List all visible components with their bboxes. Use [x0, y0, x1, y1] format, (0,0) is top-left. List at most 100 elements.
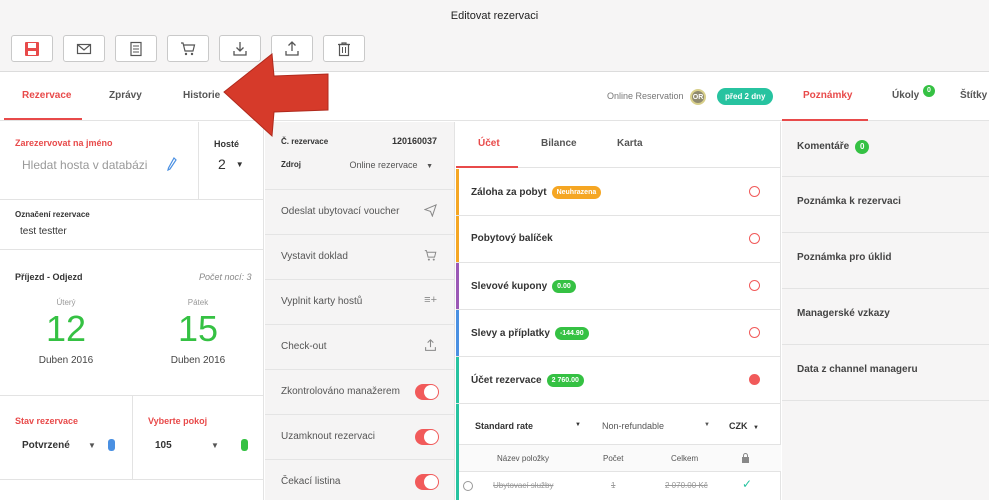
- status-circle: [749, 233, 760, 244]
- save-button[interactable]: [11, 35, 53, 62]
- arrival-day: 12: [45, 308, 87, 349]
- channel-manager-data-item[interactable]: Data z channel manageru: [782, 345, 989, 401]
- caret-down-icon: ▼: [211, 441, 219, 450]
- source-select[interactable]: Online rezervace ▼: [350, 160, 434, 170]
- notes-tabs: Poznámky Úkoly 0 Štítky: [782, 73, 989, 121]
- status-circle: [749, 374, 760, 385]
- title-bar: Editovat rezervaci: [0, 0, 989, 72]
- amount-badge: 0.00: [552, 280, 576, 293]
- refund-select[interactable]: Non-refundable ▼: [602, 421, 712, 431]
- stay-package-item[interactable]: Pobytový balíček: [456, 216, 781, 263]
- document-icon: [130, 41, 142, 56]
- email-button[interactable]: [63, 35, 105, 62]
- lock-reservation-toggle[interactable]: [415, 429, 439, 445]
- reservation-account-label: Účet rezervace 2 760.00: [471, 374, 584, 387]
- col-name-header: Název položky: [497, 454, 550, 463]
- send-voucher-label: Odeslat ubytovací voucher: [281, 206, 400, 217]
- row-radio[interactable]: [463, 481, 473, 491]
- manager-checked-toggle[interactable]: [415, 384, 439, 400]
- arrival-date[interactable]: Úterý 12 Duben 2016: [22, 298, 110, 366]
- source-value: Online rezervace: [349, 160, 418, 170]
- col-count-header: Počet: [603, 454, 624, 463]
- check-icon: ✓: [742, 477, 753, 491]
- room-select[interactable]: 105 ▼: [155, 439, 255, 451]
- trash-icon: [338, 41, 350, 56]
- cart-icon: [181, 41, 196, 55]
- status-circle: [749, 327, 760, 338]
- reservation-note-item[interactable]: Poznámka k rezervaci: [782, 177, 989, 233]
- active-tab-indicator: [456, 166, 518, 168]
- tab-ukoly-label: Úkoly: [892, 90, 920, 101]
- status-value: Potvrzené: [22, 440, 70, 451]
- waiting-list-row: Čekací listina: [265, 460, 455, 500]
- tab-poznamky[interactable]: Poznámky: [803, 90, 852, 101]
- pencil-icon[interactable]: [167, 157, 177, 172]
- caret-down-icon: ▼: [753, 425, 759, 431]
- list-plus-icon: ≡+: [424, 294, 437, 306]
- reserve-name-label: Zarezervovat na jméno: [15, 138, 113, 148]
- guest-search-input[interactable]: Hledat hosta v databázi: [22, 158, 147, 172]
- source-label: Zdroj: [281, 160, 301, 169]
- booking-panel: Zarezervovat na jméno Hledat hosta v dat…: [0, 122, 264, 500]
- reservation-account-item[interactable]: Účet rezervace 2 760.00: [456, 357, 781, 404]
- guests-value: 2: [218, 156, 226, 172]
- waiting-list-label: Čekací listina: [281, 476, 341, 487]
- tab-ucet[interactable]: Účet: [478, 138, 500, 149]
- arrival-month: Duben 2016: [38, 355, 94, 366]
- departure-day: 15: [177, 308, 219, 349]
- status-circle: [749, 186, 760, 197]
- waiting-list-toggle[interactable]: [415, 474, 439, 490]
- tab-historie[interactable]: Historie: [183, 90, 220, 101]
- created-time-badge: před 2 dny: [717, 88, 774, 105]
- tab-rezervace[interactable]: Rezervace: [22, 90, 71, 101]
- manager-messages-item[interactable]: Managerské vzkazy: [782, 289, 989, 345]
- checkout-action[interactable]: Check-out: [265, 325, 455, 370]
- caret-down-icon: ▼: [575, 422, 581, 428]
- window-title: Editovat rezervaci: [450, 10, 539, 22]
- cart-button[interactable]: [167, 35, 209, 62]
- guest-cards-action[interactable]: Vyplnit karty hostů ≡+: [265, 280, 455, 325]
- item-color-bar: [456, 216, 459, 262]
- issue-receipt-action[interactable]: Vystavit doklad: [265, 235, 455, 280]
- manager-messages-label: Managerské vzkazy: [797, 308, 890, 319]
- deposit-item[interactable]: Záloha za pobyt Neuhrazena: [456, 169, 781, 216]
- amount-badge: -144.90: [554, 327, 589, 340]
- item-color-bar: [456, 310, 459, 356]
- tab-zpravy[interactable]: Zprávy: [109, 90, 142, 101]
- status-circle: [749, 280, 760, 291]
- item-total: 2 070.00 Kč: [665, 481, 708, 490]
- item-count: 1: [611, 481, 616, 490]
- coupons-item[interactable]: Slevové kupony 0.00: [456, 263, 781, 310]
- document-button[interactable]: [115, 35, 157, 62]
- departure-date[interactable]: Pátek 15 Duben 2016: [154, 298, 242, 366]
- arrival-departure-label: Příjezd - Odjezd: [15, 272, 83, 282]
- divider: [198, 122, 199, 200]
- amount-badge: 2 760.00: [546, 374, 584, 387]
- status-select[interactable]: Potvrzené ▼: [22, 439, 122, 451]
- channel-manager-data-label: Data z channel manageru: [797, 364, 918, 375]
- table-row[interactable]: Ubytovací služby 1 2 070.00 Kč ✓: [459, 473, 781, 500]
- issue-receipt-label: Vystavit doklad: [281, 251, 348, 262]
- unpaid-badge: Neuhrazena: [551, 186, 602, 199]
- deposit-label: Záloha za pobyt Neuhrazena: [471, 186, 602, 199]
- tab-bilance[interactable]: Bilance: [541, 138, 577, 149]
- discounts-item[interactable]: Slevy a příplatky -144.90: [456, 310, 781, 357]
- upload-icon: [424, 339, 437, 355]
- checkout-label: Check-out: [281, 341, 327, 352]
- currency-value: CZK: [729, 421, 748, 431]
- caret-down-icon: ▼: [704, 422, 710, 428]
- tab-karta[interactable]: Karta: [617, 138, 643, 149]
- guests-select[interactable]: 2 ▼: [218, 156, 244, 172]
- rate-select[interactable]: Standard rate ▼: [475, 421, 581, 431]
- rate-value: Standard rate: [475, 421, 534, 431]
- comments-item[interactable]: Komentáře 0: [782, 121, 989, 177]
- divider: [132, 396, 133, 480]
- stay-package-label: Pobytový balíček: [471, 233, 553, 244]
- send-voucher-action[interactable]: Odeslat ubytovací voucher: [265, 190, 455, 235]
- currency-select[interactable]: CZK ▼: [729, 421, 759, 431]
- marking-input[interactable]: test testter: [20, 226, 67, 237]
- cleaning-note-label: Poznámka pro úklid: [797, 252, 892, 263]
- cleaning-note-item[interactable]: Poznámka pro úklid: [782, 233, 989, 289]
- tab-stitky[interactable]: Štítky: [960, 90, 987, 101]
- tab-ukoly[interactable]: Úkoly 0: [892, 85, 935, 101]
